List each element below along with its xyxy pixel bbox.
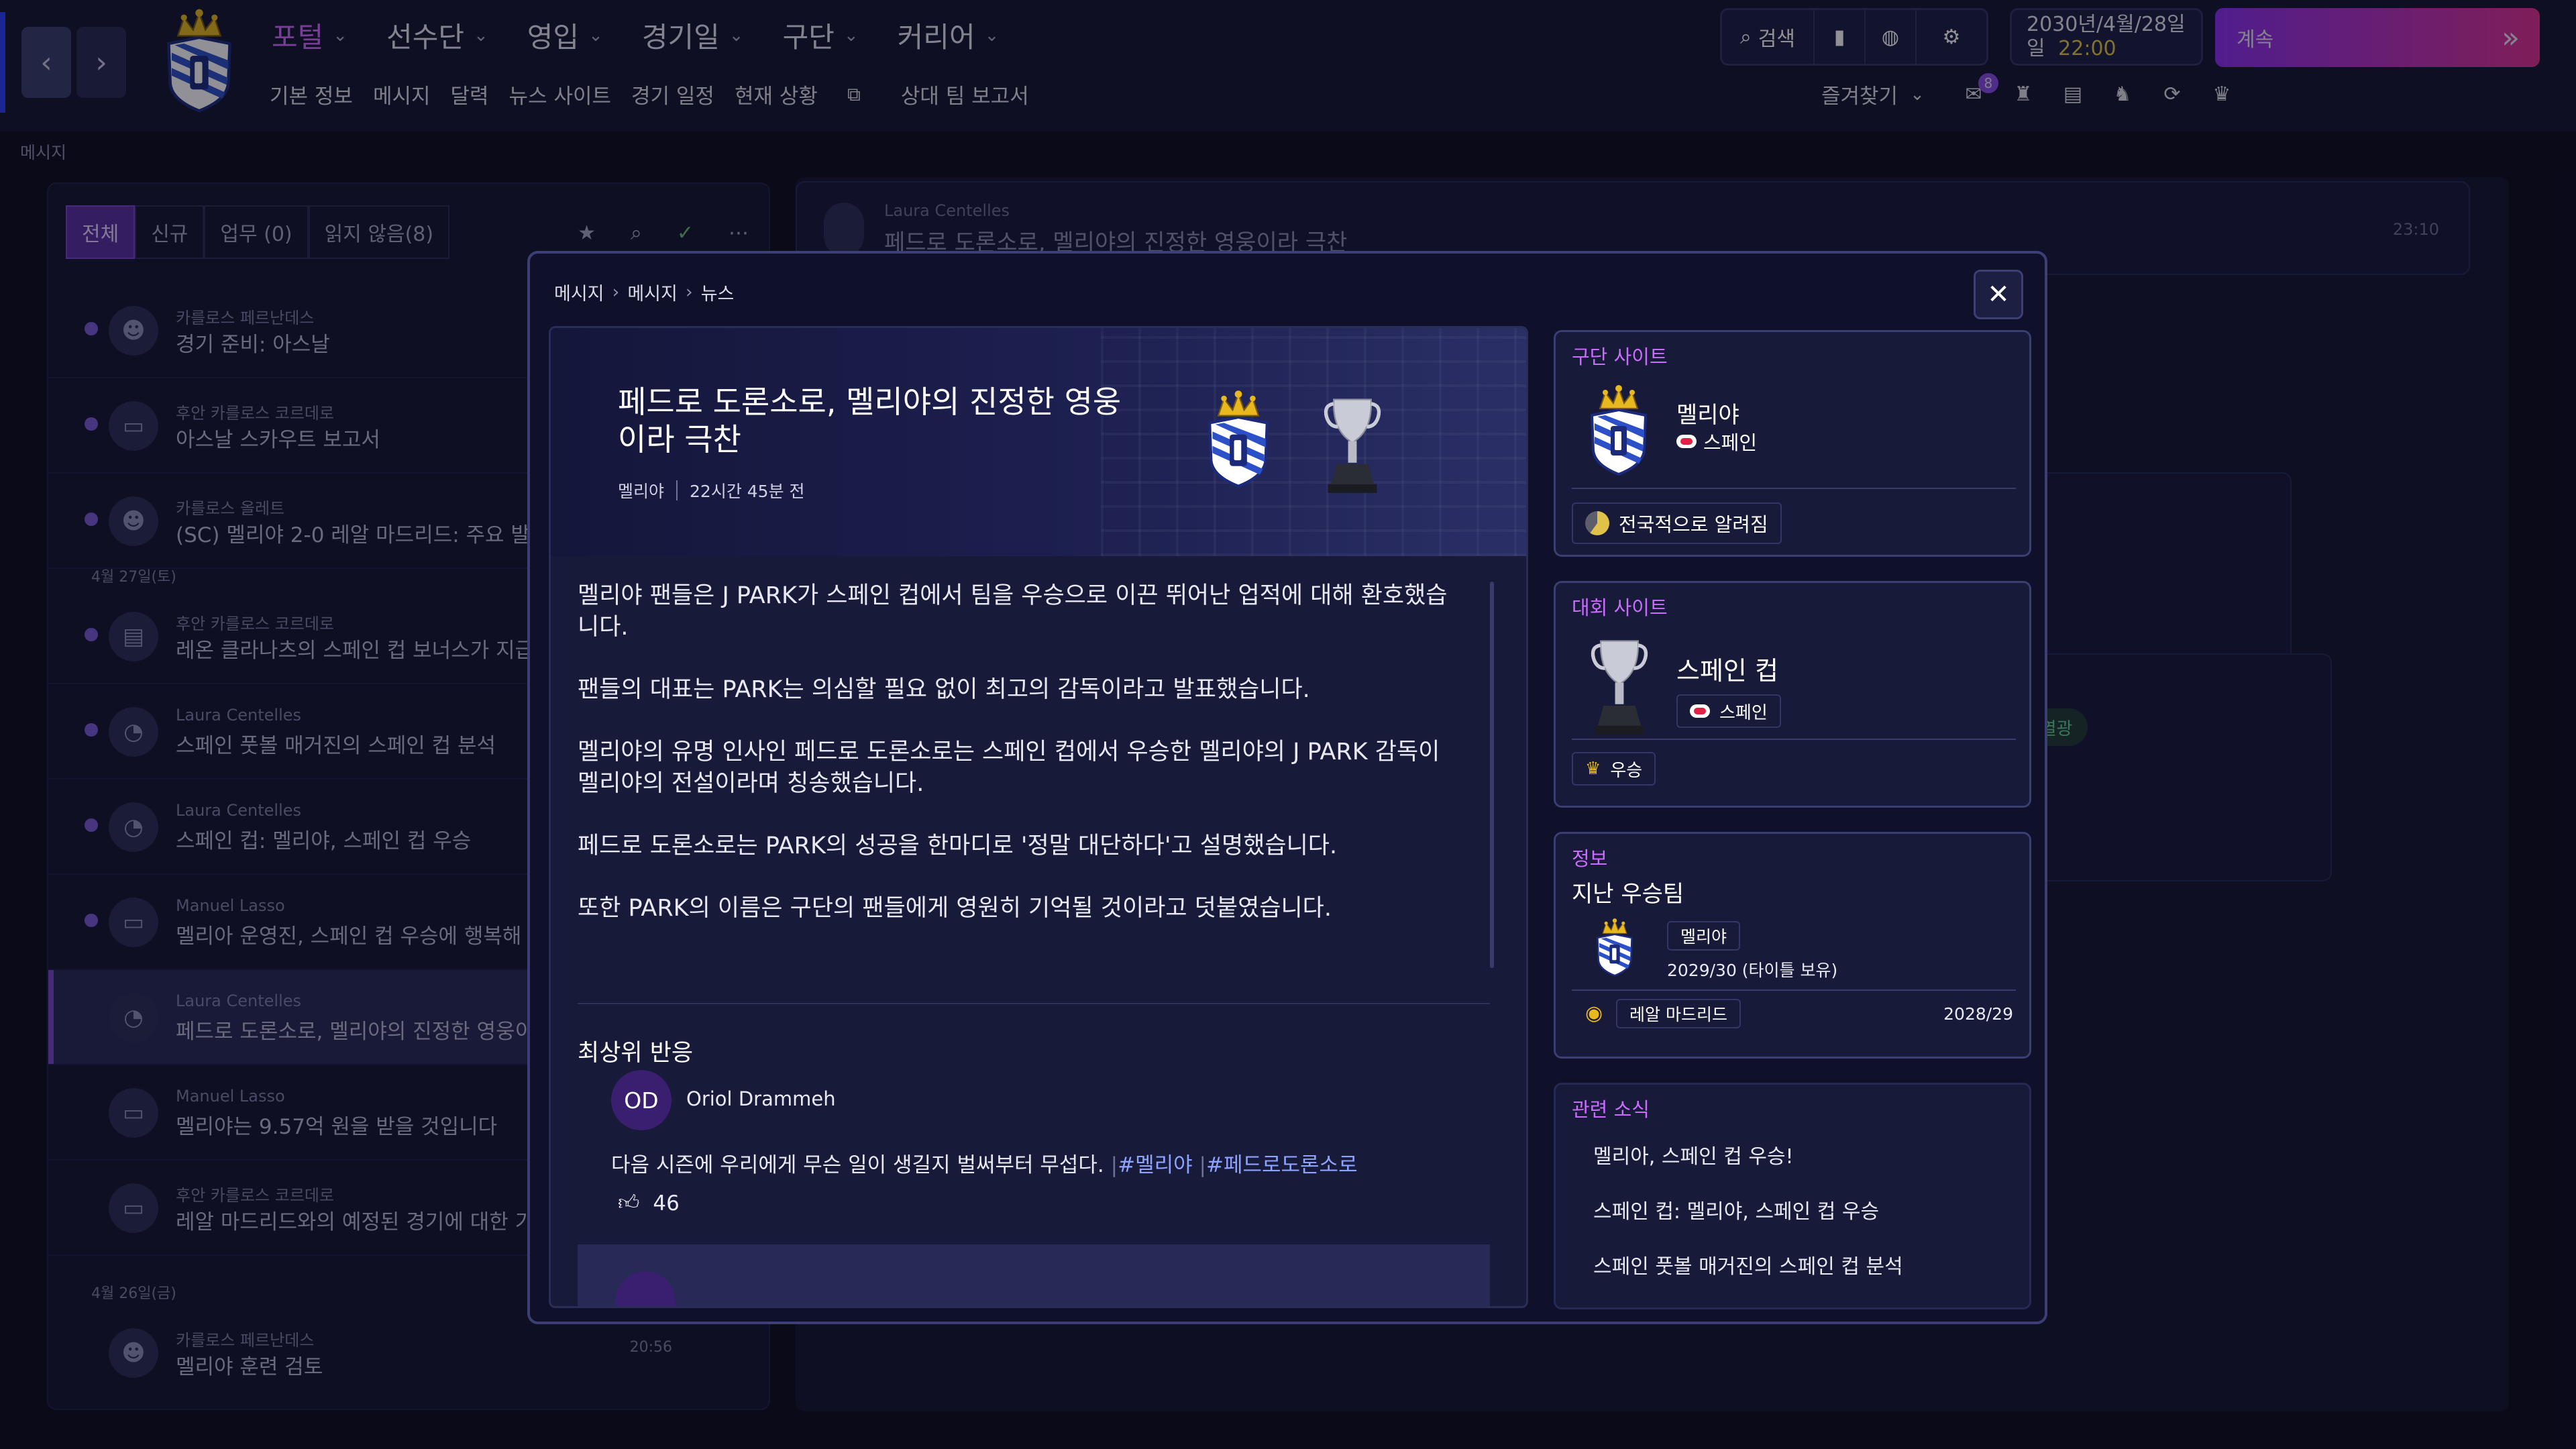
divider: [1572, 989, 2016, 991]
news-modal: 메시지 › 메시지 › 뉴스 ✕ 페드로 도론소로, 멜리야의 진정한 영웅이라 극…: [527, 251, 2047, 1324]
related-news-item[interactable]: 스페인 풋볼 매거진의 스페인 컵 분석: [1593, 1250, 1903, 1279]
winner-chip[interactable]: 멜리야: [1667, 921, 1741, 951]
avatar: [615, 1271, 676, 1306]
competition-name: 스페인 컵: [1676, 656, 1778, 686]
article-source[interactable]: 멜리야: [618, 478, 664, 502]
scrollbar[interactable]: [1490, 582, 1494, 968]
trophy-icon: ♛: [1585, 759, 1601, 779]
related-news-card: 관련 소식 멜리아, 스페인 컵 우승! 스페인 컵: 멜리야, 스페인 컵 우…: [1554, 1083, 2031, 1309]
club-name: 멜리야: [1676, 402, 1739, 429]
divider: [676, 480, 678, 500]
reputation-label: 전국적으로 알려짐: [1619, 513, 1768, 536]
comment-body: 다음 시즌에 우리에게 무슨 일이 생길지 벌써부터 무섭다.: [611, 1153, 1104, 1177]
club-badge-icon: ◉: [1585, 1002, 1603, 1025]
reactions-heading: 최상위 반응: [578, 1040, 694, 1067]
article-meta: 멜리야 22시간 45분 전: [618, 478, 805, 502]
article-body: 멜리야 팬들은 J PARK가 스페인 컵에서 팀을 우승으로 이끈 뛰어난 업…: [578, 580, 1463, 955]
competition-site-card[interactable]: 대회 사이트 스페인 컵 스페인 ♛ 우승: [1554, 581, 2031, 808]
breadcrumb-item[interactable]: 메시지: [554, 279, 604, 305]
breadcrumb-item[interactable]: 메시지: [627, 279, 678, 305]
card-label: 대회 사이트: [1572, 596, 1668, 619]
article-paragraph: 멜리야 팬들은 J PARK가 스페인 컵에서 팀을 우승으로 이끈 뛰어난 업…: [578, 582, 1448, 641]
divider: [1572, 739, 2016, 740]
winner-name: 멜리야: [1680, 927, 1727, 947]
comment-author: Oriol Drammeh: [686, 1087, 836, 1110]
article-hero: 페드로 도론소로, 멜리야의 진정한 영웅이라 극찬 멜리야 22시간 45분 …: [551, 328, 1526, 556]
spain-flag-icon: [1690, 704, 1710, 718]
chevron-right-icon: ›: [685, 282, 693, 303]
breadcrumb: 메시지 › 메시지 › 뉴스: [554, 279, 734, 305]
article-headline: 페드로 도론소로, 멜리야의 진정한 영웅이라 극찬: [618, 384, 1122, 458]
country-label: 스페인: [1719, 702, 1768, 723]
card-label: 구단 사이트: [1572, 345, 1668, 368]
divider: [578, 1003, 1490, 1004]
thumbs-up-icon: 👍︎: [618, 1191, 640, 1215]
like-count: 46: [653, 1191, 680, 1216]
prev-winner-name: 레알 마드리드: [1629, 1005, 1727, 1024]
close-icon: ✕: [1987, 279, 2010, 310]
club-crest-icon: [1201, 388, 1275, 489]
info-card: 정보 지난 우승팀 멜리야 2029/30 (타이틀 보유) ◉ 레알 마드리드…: [1554, 832, 2031, 1059]
stadium-background: [1101, 328, 1526, 556]
club-country: 스페인: [1676, 427, 1757, 455]
club-site-card[interactable]: 구단 사이트 멜리야 스페인 전국적으로 알려짐: [1554, 330, 2031, 557]
status-label: 우승: [1610, 760, 1643, 781]
hashtag[interactable]: #페드로도론소로: [1206, 1153, 1358, 1177]
hashtag[interactable]: #멜리야: [1118, 1153, 1193, 1177]
winner-season: 2029/30 (타이틀 보유): [1667, 961, 1838, 980]
breadcrumb-item: 뉴스: [700, 284, 735, 305]
spain-flag-icon: [1676, 435, 1697, 448]
reputation-chip: 전국적으로 알려짐: [1572, 502, 1782, 544]
related-news-item[interactable]: 스페인 컵: 멜리야, 스페인 컵 우승: [1593, 1195, 1879, 1224]
article-paragraph: 팬들의 대표는 PARK는 의심할 필요 없이 최고의 감독이라고 발표했습니다…: [578, 676, 1310, 703]
related-news-item[interactable]: 멜리아, 스페인 컵 우승!: [1593, 1140, 1794, 1169]
avatar: OD: [611, 1070, 672, 1130]
info-title: 지난 우승팀: [1572, 881, 1684, 908]
article-paragraph: 또한 PARK의 이름은 구단의 팬들에게 영원히 기억될 것이라고 덧붙였습니…: [578, 895, 1332, 922]
reputation-icon: [1585, 511, 1609, 535]
like-button[interactable]: 👍︎ 46: [618, 1191, 680, 1216]
article-paragraph: 페드로 도론소로는 PARK의 성공을 한마디로 '정말 대단하다'고 설명했습…: [578, 833, 1338, 859]
prev-winner-chip[interactable]: 레알 마드리드: [1616, 999, 1741, 1028]
club-crest-icon: [1593, 917, 1636, 977]
chevron-right-icon: ›: [612, 282, 620, 303]
trophy-icon: [1589, 637, 1650, 737]
country-chip: 스페인: [1676, 694, 1781, 728]
card-label: 정보: [1572, 847, 1608, 870]
comment-text: 다음 시즌에 우리에게 무슨 일이 생길지 벌써부터 무섭다. |#멜리야 |#…: [611, 1153, 1358, 1177]
trophy-icon: [1322, 395, 1383, 496]
card-label: 관련 소식: [1572, 1098, 1650, 1121]
close-button[interactable]: ✕: [1974, 270, 2023, 319]
article: 페드로 도론소로, 멜리야의 진정한 영웅이라 극찬 멜리야 22시간 45분 …: [549, 326, 1528, 1308]
prev-season: 2028/29: [1943, 1004, 2013, 1024]
status-chip: ♛ 우승: [1572, 752, 1656, 786]
next-comment: [578, 1244, 1490, 1306]
country-label: 스페인: [1703, 431, 1758, 454]
club-crest-icon: [1585, 383, 1652, 477]
divider: [1572, 488, 2016, 489]
article-paragraph: 멜리야의 유명 인사인 페드로 도론소로는 스페인 컵에서 우승한 멜리야의 J…: [578, 739, 1440, 797]
article-time: 22시간 45분 전: [690, 482, 805, 501]
